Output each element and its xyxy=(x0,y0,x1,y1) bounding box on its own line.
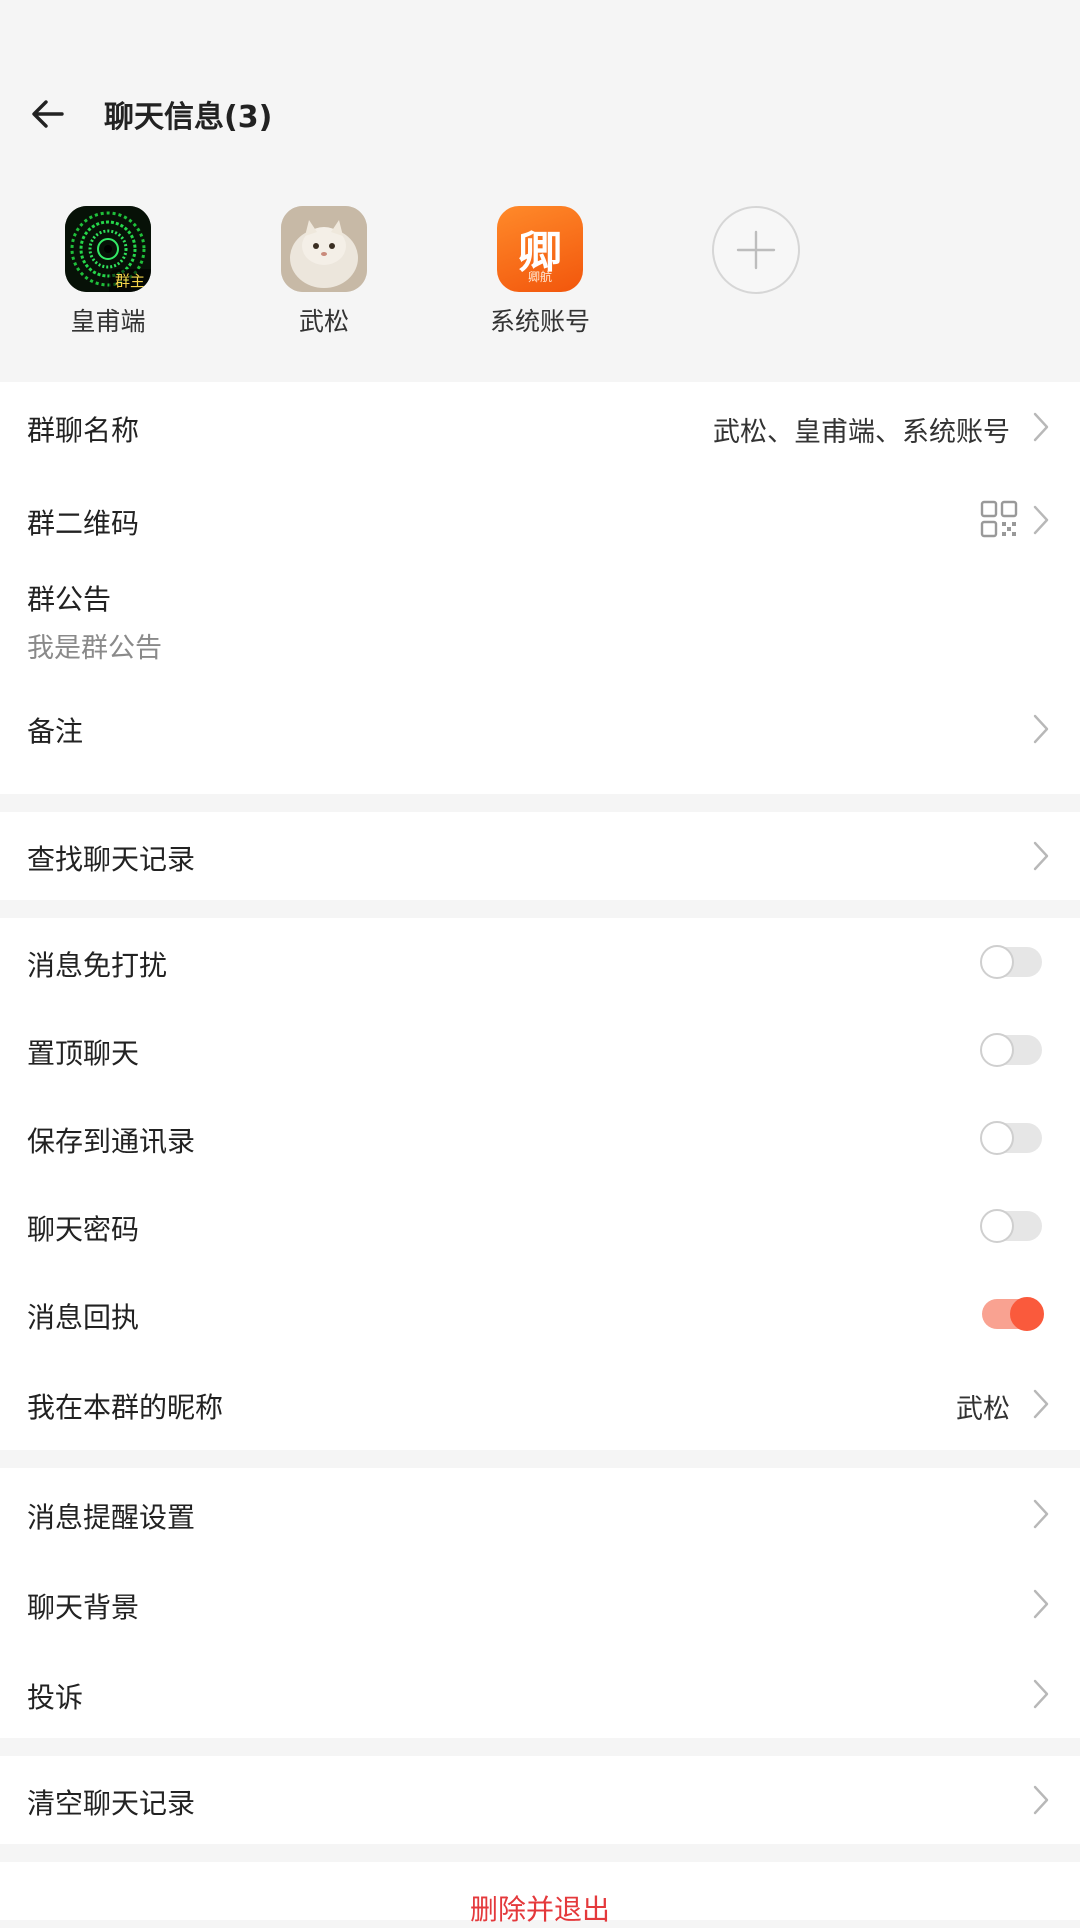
group-info-section: 群聊名称 武松、皇甫端、系统账号 群二维码 群公告 我是群公告 备注 xyxy=(0,382,1080,794)
complaint-row[interactable]: 投诉 xyxy=(0,1648,1080,1738)
complaint-label: 投诉 xyxy=(27,1681,84,1714)
group-nickname-value: 武松 xyxy=(956,1394,1010,1425)
cat-avatar xyxy=(281,206,367,292)
chevron-right-icon xyxy=(1033,1389,1049,1419)
read-receipt-toggle[interactable] xyxy=(982,1297,1044,1331)
spiral-avatar: 群主 xyxy=(65,206,151,292)
notify-settings-label: 消息提醒设置 xyxy=(27,1501,196,1534)
member-item[interactable]: 武松 xyxy=(244,206,404,338)
mute-label: 消息免打扰 xyxy=(27,949,168,982)
chat-password-row: 聊天密码 xyxy=(0,1182,1080,1270)
clear-history-row[interactable]: 清空聊天记录 xyxy=(0,1756,1080,1844)
chevron-right-icon xyxy=(1033,1499,1049,1529)
chevron-right-icon xyxy=(1033,505,1049,535)
group-nickname-row[interactable]: 我在本群的昵称 武松 xyxy=(0,1358,1080,1450)
group-qrcode-row[interactable]: 群二维码 xyxy=(0,472,1080,562)
more-settings-section: 消息提醒设置 聊天背景 投诉 xyxy=(0,1468,1080,1738)
member-item[interactable]: 群主 皇甫端 xyxy=(28,206,188,338)
group-name-value: 武松、皇甫端、系统账号 xyxy=(713,417,1010,448)
member-name: 武松 xyxy=(298,307,349,336)
qrcode-icon xyxy=(980,500,1018,538)
search-history-label: 查找聊天记录 xyxy=(27,843,196,876)
clear-history-label: 清空聊天记录 xyxy=(27,1787,196,1820)
save-contacts-toggle[interactable] xyxy=(980,1121,1042,1155)
chevron-right-icon xyxy=(1033,1679,1049,1709)
save-contacts-row: 保存到通讯录 xyxy=(0,1094,1080,1182)
member-name: 系统账号 xyxy=(489,307,590,336)
app-logo-subtext: 卿航 xyxy=(527,270,552,284)
group-name-row[interactable]: 群聊名称 武松、皇甫端、系统账号 xyxy=(0,382,1080,472)
group-qrcode-label: 群二维码 xyxy=(27,507,140,540)
mute-row: 消息免打扰 xyxy=(0,918,1080,1006)
chat-password-toggle[interactable] xyxy=(980,1209,1042,1243)
notify-settings-row[interactable]: 消息提醒设置 xyxy=(0,1468,1080,1558)
arrow-left-icon xyxy=(32,100,64,128)
search-history-row[interactable]: 查找聊天记录 xyxy=(0,812,1080,900)
add-member-button[interactable] xyxy=(712,206,800,294)
chat-password-label: 聊天密码 xyxy=(27,1213,140,1246)
save-contacts-label: 保存到通讯录 xyxy=(27,1125,196,1158)
member-name: 皇甫端 xyxy=(70,307,146,336)
clear-history-section: 清空聊天记录 xyxy=(0,1756,1080,1844)
delete-and-exit-button[interactable]: 删除并退出 xyxy=(0,1888,1080,1928)
exit-section: 删除并退出 xyxy=(0,1862,1080,1926)
chevron-right-icon xyxy=(1033,714,1049,744)
chevron-right-icon xyxy=(1033,1589,1049,1619)
chevron-right-icon xyxy=(1033,412,1049,442)
owner-badge: 群主 xyxy=(108,269,151,292)
group-nickname-label: 我在本群的昵称 xyxy=(27,1391,224,1424)
remark-row[interactable]: 备注 xyxy=(0,674,1080,794)
pin-label: 置顶聊天 xyxy=(27,1037,140,1070)
read-receipt-row: 消息回执 xyxy=(0,1270,1080,1358)
search-history-section: 查找聊天记录 xyxy=(0,812,1080,900)
chat-background-label: 聊天背景 xyxy=(27,1591,140,1624)
app-logo-avatar: 卿 卿航 xyxy=(497,206,583,292)
group-notice-value: 我是群公告 xyxy=(27,633,162,664)
chat-settings-section: 消息免打扰 置顶聊天 保存到通讯录 聊天密码 消息回执 我在本群的昵称 武松 xyxy=(0,918,1080,1450)
pin-row: 置顶聊天 xyxy=(0,1006,1080,1094)
chevron-right-icon xyxy=(1033,1785,1049,1815)
plus-icon xyxy=(736,230,776,270)
group-notice-row[interactable]: 群公告 我是群公告 xyxy=(0,562,1080,674)
back-button[interactable] xyxy=(18,84,78,144)
mute-toggle[interactable] xyxy=(980,945,1042,979)
page-title: 聊天信息(3) xyxy=(104,100,273,135)
chat-background-row[interactable]: 聊天背景 xyxy=(0,1558,1080,1648)
read-receipt-label: 消息回执 xyxy=(27,1301,140,1334)
chevron-right-icon xyxy=(1033,841,1049,871)
member-list: 群主 皇甫端 武松 卿 卿航 系统账号 xyxy=(0,206,1080,382)
group-notice-label: 群公告 xyxy=(27,583,112,616)
header-bar: 聊天信息(3) xyxy=(0,0,1080,224)
pin-toggle[interactable] xyxy=(980,1033,1042,1067)
group-name-label: 群聊名称 xyxy=(27,414,140,447)
remark-label: 备注 xyxy=(27,715,84,748)
member-item[interactable]: 卿 卿航 系统账号 xyxy=(460,206,620,338)
